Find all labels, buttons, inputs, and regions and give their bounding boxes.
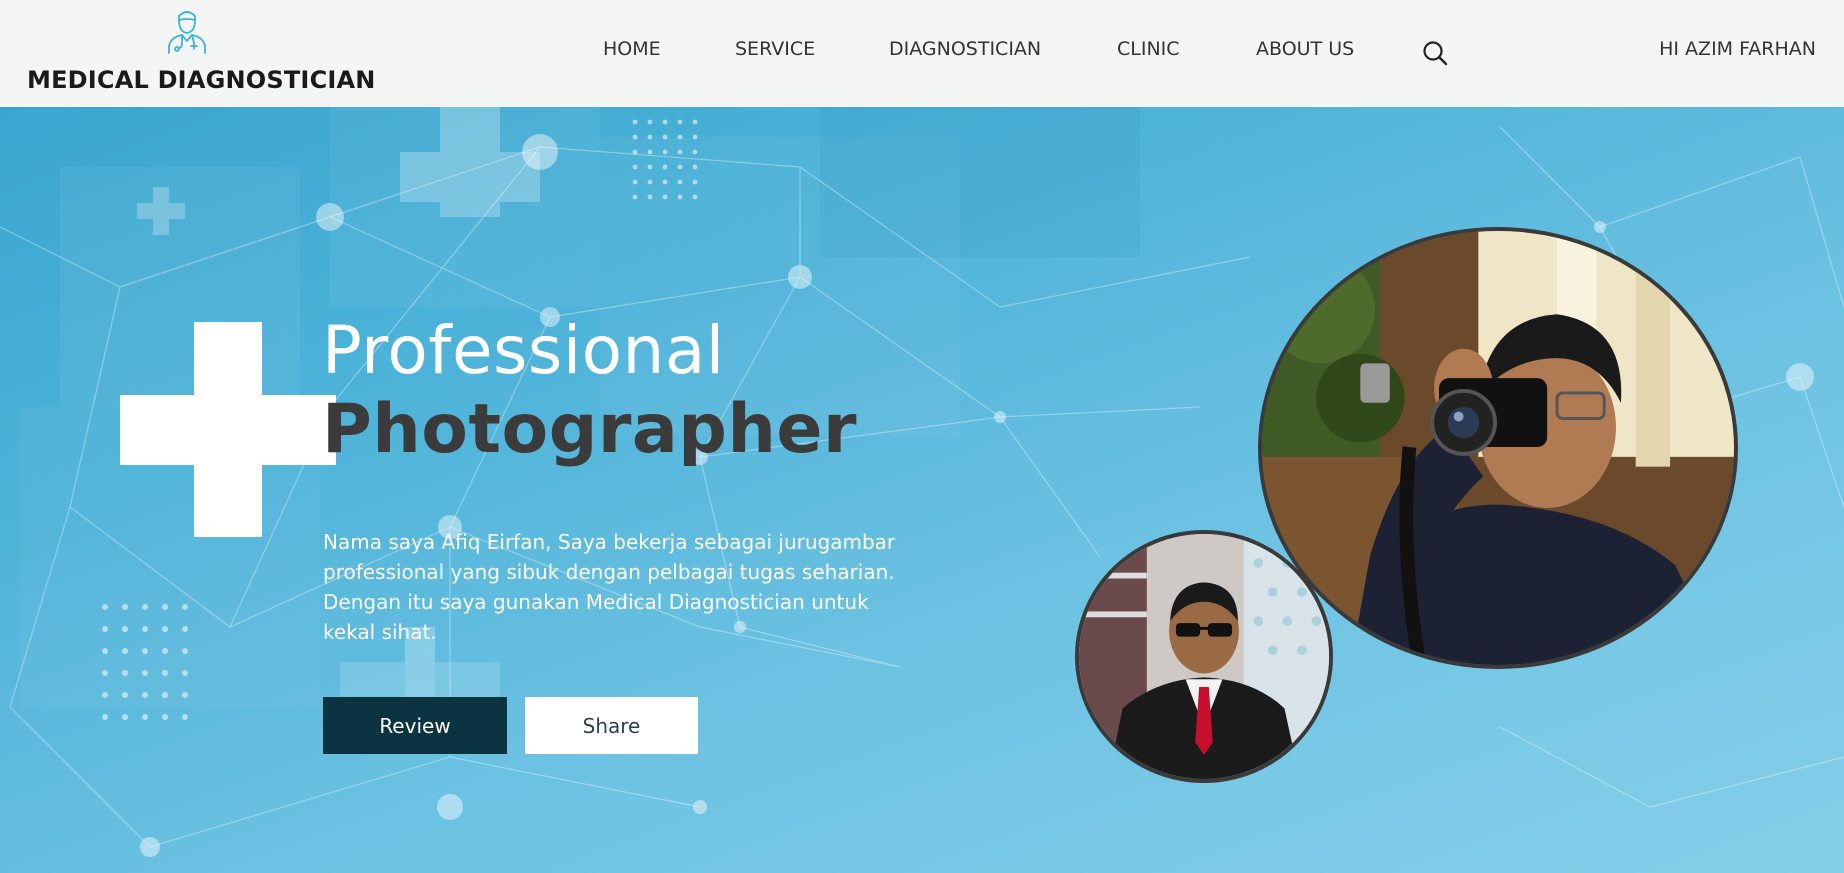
main-nav: HOME SERVICE DIAGNOSTICIAN CLINIC ABOUT …: [0, 38, 1844, 66]
share-button[interactable]: Share: [525, 697, 698, 754]
nav-service[interactable]: SERVICE: [735, 38, 815, 60]
hero-description: Nama saya Afiq Eirfan, Saya bekerja seba…: [323, 530, 896, 644]
hero-title-line1: Professional: [322, 312, 725, 389]
nav-home[interactable]: HOME: [603, 38, 661, 60]
hero-section: Professional Photographer Nama saya Afiq…: [0, 107, 1844, 873]
photographer-portrait-large: [1258, 227, 1738, 669]
portrait-small: [1075, 530, 1333, 783]
brand-name: MEDICAL DIAGNOSTICIAN: [27, 66, 376, 94]
hero-title-line2: Photographer: [322, 390, 858, 469]
nav-about-us[interactable]: ABOUT US: [1256, 38, 1354, 60]
top-navigation-bar: MEDICAL DIAGNOSTICIAN HOME SERVICE DIAGN…: [0, 0, 1844, 107]
nav-diagnostician[interactable]: DIAGNOSTICIAN: [889, 38, 1041, 60]
search-icon: [1423, 41, 1448, 66]
review-button[interactable]: Review: [323, 697, 507, 754]
search-button[interactable]: [1420, 38, 1450, 68]
nav-clinic[interactable]: CLINIC: [1117, 38, 1180, 60]
user-greeting[interactable]: HI AZIM FARHAN: [1659, 38, 1816, 60]
